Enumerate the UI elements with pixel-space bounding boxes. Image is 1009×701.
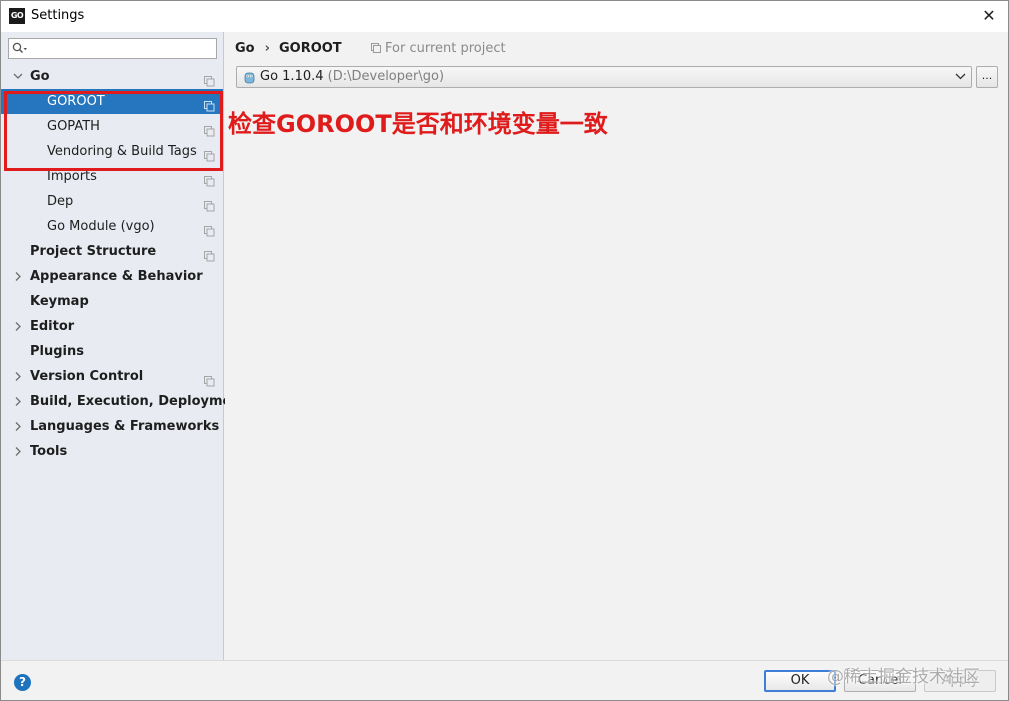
tree-item-vendoring-build-tags[interactable]: Vendoring & Build Tags <box>1 139 223 164</box>
tree-item-goroot[interactable]: GOROOT <box>1 89 223 114</box>
settings-sidebar: Go GOROOT GOPATH Vendoring & Build Tags Impo… <box>1 32 247 660</box>
tree-item-appearance-behavior[interactable]: Appearance & Behavior <box>1 264 223 289</box>
tree-item-label: GOROOT <box>47 94 105 109</box>
tree-item-label: Appearance & Behavior <box>30 269 203 284</box>
scope-label: For current project <box>385 41 506 56</box>
chevron-right-icon[interactable] <box>13 264 25 289</box>
gopher-icon <box>244 72 255 84</box>
browse-sdk-button[interactable]: ... <box>976 66 998 88</box>
project-scope-icon <box>204 221 215 237</box>
tree-item-tools[interactable]: Tools <box>1 439 223 464</box>
chevron-down-icon[interactable] <box>13 64 25 89</box>
project-scope-icon <box>204 171 215 187</box>
tree-item-label: Keymap <box>30 294 89 309</box>
tree-item-label: GOPATH <box>47 119 100 134</box>
tree-item-label: Build, Execution, Deployment <box>30 394 247 409</box>
sdk-value: Go 1.10.4 (D:\Developer\go) <box>260 69 444 84</box>
title-bar[interactable]: GO Settings ✕ <box>1 1 1008 32</box>
chevron-right-icon[interactable] <box>13 414 25 439</box>
scope-indicator: For current project <box>371 41 506 56</box>
sdk-path: (D:\Developer\go) <box>327 69 445 84</box>
tree-item-gopath[interactable]: GOPATH <box>1 114 223 139</box>
settings-search-box[interactable] <box>8 38 217 59</box>
tree-item-label: Editor <box>30 319 75 334</box>
tree-item-keymap[interactable]: Keymap <box>1 289 223 314</box>
tree-item-dep[interactable]: Dep <box>1 189 223 214</box>
sdk-name: Go 1.10.4 <box>260 69 324 84</box>
tree-item-imports[interactable]: Imports <box>1 164 223 189</box>
search-icon <box>12 42 27 54</box>
help-button[interactable]: ? <box>14 674 31 691</box>
ok-button[interactable]: OK <box>764 670 836 692</box>
goroot-sdk-dropdown[interactable]: Go 1.10.4 (D:\Developer\go) <box>236 66 972 88</box>
breadcrumb: Go › GOROOT <box>235 41 342 56</box>
window-title: Settings <box>31 8 85 23</box>
project-scope-icon <box>204 146 215 162</box>
close-button[interactable]: ✕ <box>978 5 1000 27</box>
watermark: @稀土掘金技术社区 <box>827 667 980 687</box>
breadcrumb-separator: › <box>264 41 270 56</box>
tree-item-label: Languages & Frameworks <box>30 419 220 434</box>
tree-item-label: Vendoring & Build Tags <box>47 144 197 159</box>
goroot-settings-panel: Go › GOROOT For current project Go 1.10.4 … <box>225 32 1008 660</box>
breadcrumb-parent: Go <box>235 41 255 56</box>
goland-logo-icon: GO <box>9 8 25 24</box>
settings-tree: Go GOROOT GOPATH Vendoring & Build Tags Impo… <box>1 64 247 464</box>
settings-window: GO Settings ✕ Go GOROOT GOPATH Vendoring & … <box>0 0 1009 701</box>
tree-item-label: Imports <box>47 169 97 184</box>
annotation-text: 检查GOROOT是否和环境变量一致 <box>228 110 608 138</box>
tree-item-languages-frameworks[interactable]: Languages & Frameworks <box>1 414 223 439</box>
settings-search-input[interactable] <box>31 40 213 57</box>
project-scope-icon <box>204 371 215 387</box>
project-scope-icon <box>204 71 215 87</box>
project-scope-icon <box>204 121 215 137</box>
tree-item-label: Dep <box>47 194 74 209</box>
tree-item-project-structure[interactable]: Project Structure <box>1 239 223 264</box>
tree-item-go-module-vgo[interactable]: Go Module (vgo) <box>1 214 223 239</box>
project-scope-icon <box>371 43 381 53</box>
project-scope-icon <box>204 96 215 112</box>
chevron-right-icon[interactable] <box>13 314 25 339</box>
tree-item-label: Go Module (vgo) <box>47 219 155 234</box>
chevron-down-icon <box>955 73 966 80</box>
tree-item-label: Plugins <box>30 344 84 359</box>
breadcrumb-current: GOROOT <box>278 41 342 56</box>
tree-item-version-control[interactable]: Version Control <box>1 364 223 389</box>
project-scope-icon <box>204 246 215 262</box>
tree-item-go[interactable]: Go <box>1 64 223 89</box>
tree-item-plugins[interactable]: Plugins <box>1 339 223 364</box>
tree-item-editor[interactable]: Editor <box>1 314 223 339</box>
chevron-right-icon[interactable] <box>13 364 25 389</box>
tree-item-label: Go <box>30 69 50 84</box>
project-scope-icon <box>204 196 215 212</box>
tree-item-build-execution-deployment[interactable]: Build, Execution, Deployment <box>1 389 247 414</box>
chevron-right-icon[interactable] <box>13 389 25 414</box>
chevron-right-icon[interactable] <box>13 439 25 464</box>
tree-item-label: Tools <box>30 444 68 459</box>
tree-item-label: Version Control <box>30 369 144 384</box>
tree-item-label: Project Structure <box>30 244 157 259</box>
